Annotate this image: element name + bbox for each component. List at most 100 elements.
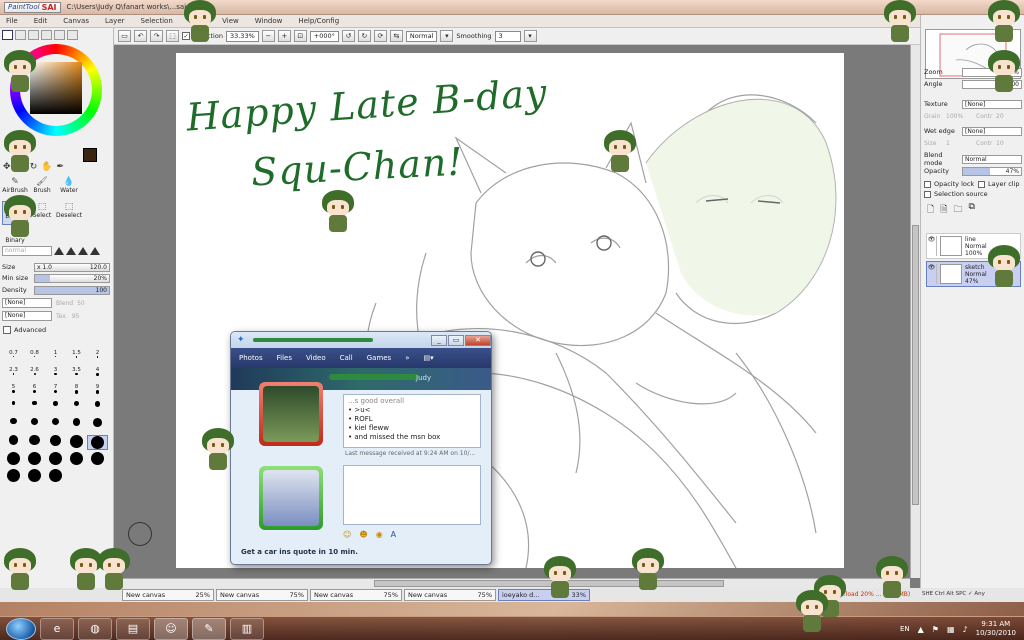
messenger-taskbar-icon[interactable]: ☺ — [154, 617, 188, 640]
own-avatar[interactable] — [259, 466, 323, 530]
minimize-button[interactable]: _ — [431, 334, 447, 346]
wink-icon[interactable]: ☻ — [359, 530, 367, 539]
texture-select[interactable]: [None] — [2, 311, 52, 321]
new-canvas-button[interactable]: ▭ — [118, 30, 131, 42]
brush-size-preset[interactable] — [24, 435, 45, 450]
canvas-tab[interactable]: New canvas 75% — [404, 589, 496, 601]
folder-icon[interactable]: ▤ — [116, 617, 150, 640]
scratchpad-tab[interactable] — [54, 30, 65, 40]
zoom-field[interactable]: 33.33% — [225, 30, 259, 42]
blend-mode-select[interactable]: Normal — [962, 154, 1022, 164]
flag-icon[interactable]: ⚑ — [932, 625, 939, 634]
angle-field[interactable]: +000° — [309, 30, 339, 42]
zoom-in-button[interactable]: + — [277, 30, 291, 42]
brush-size-preset[interactable] — [87, 418, 108, 433]
menu-selection[interactable]: Selection — [135, 17, 183, 25]
brush-size-preset[interactable]: 0.8 — [24, 350, 45, 365]
mode-dropdown-icon[interactable]: ▾ — [440, 30, 454, 42]
chevron-up-icon[interactable]: ▲ — [918, 625, 924, 634]
brush-size-preset[interactable] — [45, 452, 66, 467]
brush-size-preset[interactable] — [66, 452, 87, 467]
menu-file[interactable]: File — [0, 17, 28, 25]
volume-icon[interactable]: ♪ — [963, 625, 968, 634]
brush-size-preset[interactable]: 0.7 — [3, 350, 24, 365]
font-icon[interactable]: A — [391, 530, 396, 539]
rotate-right-button[interactable]: ↻ — [357, 30, 371, 42]
merge-icon[interactable]: ⧉ — [969, 202, 975, 218]
menu-edit[interactable]: Edit — [28, 17, 58, 25]
menu-view[interactable]: View — [216, 17, 249, 25]
redo-button[interactable]: ↷ — [150, 30, 163, 42]
menu-window[interactable]: Window — [249, 17, 293, 25]
brush-size-preset[interactable] — [87, 401, 108, 416]
brush-size-preset[interactable]: 6 — [24, 384, 45, 399]
chat-nav-files[interactable]: Files — [277, 354, 292, 362]
network-icon[interactable]: ▦ — [947, 625, 955, 634]
chat-nav-video[interactable]: Video — [306, 354, 326, 362]
smoothing-dropdown-icon[interactable]: ▾ — [523, 30, 537, 42]
canvas-vertical-scrollbar[interactable] — [910, 45, 920, 578]
chrome-icon[interactable]: ◍ — [78, 617, 112, 640]
canvas-tab[interactable]: New canvas 75% — [310, 589, 402, 601]
brush-size-preset[interactable] — [24, 452, 45, 467]
brush-size-preset[interactable]: 7 — [45, 384, 66, 399]
canvas-tab[interactable]: New canvas 75% — [216, 589, 308, 601]
brush-size-preset[interactable]: 4 — [87, 367, 108, 382]
canvas-tab[interactable]: New canvas 25% — [122, 589, 214, 601]
chat-window[interactable]: ✦ _ ▭ ✕ Photos Files Video Call Games » ▤▾ Jud… — [230, 331, 492, 565]
brush-size-preset[interactable]: 2.6 — [24, 367, 45, 382]
texture-select[interactable]: [None] — [962, 99, 1022, 109]
brush-size-preset[interactable]: 1 — [45, 350, 66, 365]
brush-size-preset[interactable] — [45, 418, 66, 433]
undo-button[interactable]: ↶ — [134, 30, 147, 42]
brush-size-preset[interactable] — [66, 401, 87, 416]
color-wheel-tab[interactable] — [2, 30, 13, 40]
brush-size-preset[interactable] — [3, 418, 24, 433]
zoom-reset-button[interactable]: ⊡ — [293, 30, 307, 42]
sai-taskbar-icon[interactable]: ✎ — [192, 617, 226, 640]
brush-size-preset[interactable] — [24, 418, 45, 433]
selection-source-checkbox[interactable] — [924, 190, 931, 198]
foreground-color-swatch[interactable] — [83, 148, 97, 162]
density-slider[interactable]: 100 — [34, 285, 110, 295]
language-indicator[interactable]: EN — [900, 625, 910, 633]
min-size-slider[interactable]: 20% — [34, 273, 110, 283]
brush-size-preset[interactable] — [45, 401, 66, 416]
chat-nav-photos[interactable]: Photos — [239, 354, 263, 362]
eyedropper-icon[interactable]: ✒ — [57, 162, 65, 172]
canvas-horizontal-scrollbar[interactable] — [114, 578, 910, 588]
menu-help-config[interactable]: Help/Config — [292, 17, 349, 25]
brush-shape-field[interactable]: normal — [2, 246, 52, 256]
swatches-tab[interactable] — [41, 30, 52, 40]
brush-size-preset[interactable] — [24, 401, 45, 416]
emoticon-icon[interactable]: ☺ — [343, 530, 351, 539]
brush-size-preset[interactable] — [66, 418, 87, 433]
rgb-slider-tab[interactable] — [15, 30, 26, 40]
message-history[interactable]: ...s good overall • >u< • ROFL • kiel flew… — [343, 394, 481, 448]
brush-tip-icon[interactable] — [66, 247, 76, 255]
menu-layer[interactable]: Layer — [99, 17, 135, 25]
start-button[interactable] — [6, 617, 36, 640]
menu-icon[interactable]: ▤▾ — [424, 354, 434, 362]
nudge-icon[interactable]: ◉ — [376, 530, 383, 539]
close-button[interactable]: ✕ — [465, 334, 491, 346]
brush-size-preset[interactable] — [87, 435, 108, 450]
brush-size-preset[interactable] — [45, 435, 66, 450]
deselect-button[interactable]: ⬚ — [166, 30, 179, 42]
clock[interactable]: 9:31 AM 10/30/2010 — [976, 620, 1016, 638]
brush-size-preset[interactable]: 2.3 — [3, 367, 24, 382]
brush-size-preset[interactable] — [3, 401, 24, 416]
brush-size-preset[interactable]: 9 — [87, 384, 108, 399]
brush-size-preset[interactable]: 1.5 — [66, 350, 87, 365]
ie-icon[interactable]: e — [40, 617, 74, 640]
smoothing-field[interactable]: 3 — [494, 30, 521, 42]
chat-ad-text[interactable]: Get a car ins quote in 10 min. — [241, 548, 358, 556]
brush-size-preset[interactable]: 5 — [3, 384, 24, 399]
layer-visibility-icon[interactable]: 👁 — [927, 264, 937, 284]
brush-size-preset[interactable]: 2 — [87, 350, 108, 365]
layer-clip-checkbox[interactable] — [978, 180, 985, 188]
brush-tip-icon[interactable] — [54, 247, 64, 255]
brush-tip-icon[interactable] — [90, 247, 100, 255]
new-folder-icon[interactable]: 🗀 — [954, 202, 963, 218]
more-chevron-icon[interactable]: » — [405, 354, 409, 362]
